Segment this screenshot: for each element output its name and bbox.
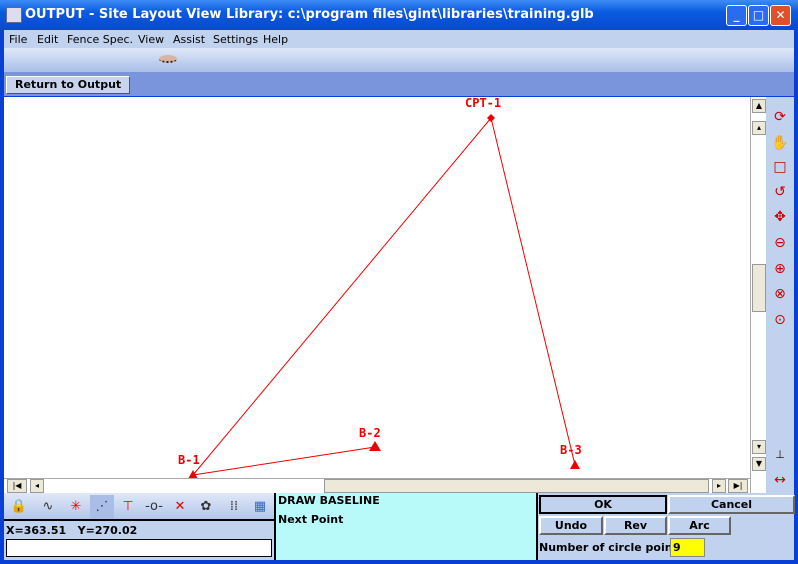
title-bar[interactable]: OUTPUT - Site Layout View Library: c:\pr… <box>0 0 798 30</box>
baseline-b1-b2 <box>192 446 376 476</box>
menu-bar: File Edit Fence Spec. View Assist Settin… <box>4 30 794 48</box>
minimize-button[interactable]: _ <box>726 5 747 26</box>
point-b2-marker[interactable] <box>369 441 381 451</box>
return-to-output-button[interactable]: Return to Output <box>6 76 131 94</box>
toolbar-grip-icon[interactable] <box>159 55 177 63</box>
snap-intersection-icon[interactable]: ✕ <box>168 495 192 519</box>
scroll-left-button[interactable]: ◂ <box>30 479 44 493</box>
menu-help[interactable]: Help <box>263 33 288 46</box>
arc-button[interactable]: Arc <box>668 516 731 535</box>
baseline-cpt1-b1 <box>192 117 492 476</box>
zoom-window-icon[interactable]: □ <box>770 157 790 177</box>
axis-icon[interactable]: ⊥ <box>770 445 790 465</box>
menu-assist[interactable]: Assist <box>173 33 205 46</box>
zoom-out-icon[interactable]: ⊖ <box>770 233 790 253</box>
app-icon <box>6 7 22 23</box>
rev-button[interactable]: Rev <box>604 516 667 535</box>
vertical-scrollbar[interactable]: ▲ ▴ ▾ ▼ <box>750 97 766 493</box>
return-strip: Return to Output <box>4 72 794 96</box>
prompt-title: DRAW BASELINE <box>278 494 380 507</box>
prompt-panel: DRAW BASELINE Next Point <box>274 493 536 560</box>
measure-distance-icon[interactable]: ↔ <box>770 470 790 490</box>
zoom-extents-icon[interactable]: ✥ <box>770 207 790 227</box>
zoom-cancel-icon[interactable]: ⊗ <box>770 284 790 304</box>
maximize-button[interactable]: □ <box>748 5 769 26</box>
scroll-top-button[interactable]: ▲ <box>752 99 766 113</box>
label-b1: B-1 <box>178 453 200 467</box>
toolbar <box>4 48 794 72</box>
scroll-bottom-button[interactable]: ▼ <box>752 457 766 471</box>
undo-button[interactable]: Undo <box>539 516 603 535</box>
window-title: OUTPUT - Site Layout View Library: c:\pr… <box>25 7 594 22</box>
menu-view[interactable]: View <box>138 33 164 46</box>
zoom-center-icon[interactable]: ⊙ <box>770 310 790 330</box>
scroll-leftmost-button[interactable]: |◀ <box>7 479 27 493</box>
vertical-scroll-thumb[interactable] <box>752 264 766 312</box>
snap-toolbar: 🔒 ∿ ✳ ⋰ ⊤ -o- ✕ ✿ ⁞⁞ ▦ <box>4 493 274 521</box>
menu-edit[interactable]: Edit <box>37 33 58 46</box>
bottom-panel: 🔒 ∿ ✳ ⋰ ⊤ -o- ✕ ✿ ⁞⁞ ▦ X=363.51 Y=270.02… <box>4 493 795 560</box>
pan-hand-icon[interactable]: ✋ <box>770 133 790 153</box>
menu-file[interactable]: File <box>9 33 27 46</box>
horizontal-scrollbar[interactable]: |◀ ◂ ▸ ▶| <box>4 478 750 493</box>
menu-fence-spec[interactable]: Fence Spec. <box>67 33 133 46</box>
snap-nearest-icon[interactable]: ⋰ <box>90 495 114 519</box>
grid-dots-icon[interactable]: ⁞⁞ <box>222 495 246 519</box>
horizontal-scroll-thumb[interactable] <box>324 479 709 493</box>
coordinate-readout: X=363.51 Y=270.02 <box>6 524 138 537</box>
zoom-toolbar: ⟳ ✋ □ ↺ ✥ ⊖ ⊕ ⊗ ⊙ ⊥ ↔ <box>766 97 794 493</box>
ok-button[interactable]: OK <box>539 495 667 514</box>
snap-center-icon[interactable]: ✿ <box>194 495 218 519</box>
command-input[interactable] <box>6 539 272 557</box>
label-cpt1: CPT-1 <box>465 97 501 110</box>
zoom-previous-icon[interactable]: ↺ <box>770 182 790 202</box>
redraw-icon[interactable]: ⟳ <box>770 107 790 127</box>
menu-settings[interactable]: Settings <box>213 33 258 46</box>
scroll-down-button[interactable]: ▾ <box>752 440 766 454</box>
cancel-button[interactable]: Cancel <box>668 495 795 514</box>
snap-midpoint-icon[interactable]: -o- <box>142 495 166 519</box>
site-layout-drawing: CPT-1 B-1 B-2 B-3 <box>178 97 582 478</box>
close-button[interactable]: ✕ <box>770 5 791 26</box>
label-b3: B-3 <box>560 443 582 457</box>
point-b3-marker[interactable] <box>570 460 580 469</box>
lock-icon[interactable]: 🔒 <box>7 495 31 519</box>
snap-node-icon[interactable]: ∿ <box>36 495 60 519</box>
circle-points-input[interactable]: 9 <box>670 538 705 557</box>
prompt-subtitle: Next Point <box>278 513 344 526</box>
action-pane: OK Cancel Undo Rev Arc Number of circle … <box>536 493 795 560</box>
scroll-up-button[interactable]: ▴ <box>752 121 766 135</box>
snap-perpendicular-icon[interactable]: ⊤ <box>116 495 140 519</box>
grid-settings-icon[interactable]: ▦ <box>248 495 272 519</box>
snap-grid-point-icon[interactable]: ✳ <box>64 495 88 519</box>
circle-points-label: Number of circle points <box>539 541 685 554</box>
drawing-canvas[interactable]: CPT-1 B-1 B-2 B-3 <box>4 97 750 478</box>
scroll-right-button[interactable]: ▸ <box>712 479 726 493</box>
scroll-rightmost-button[interactable]: ▶| <box>728 479 748 493</box>
label-b2: B-2 <box>359 426 381 440</box>
zoom-in-icon[interactable]: ⊕ <box>770 259 790 279</box>
baseline-cpt1-b3 <box>490 117 576 466</box>
